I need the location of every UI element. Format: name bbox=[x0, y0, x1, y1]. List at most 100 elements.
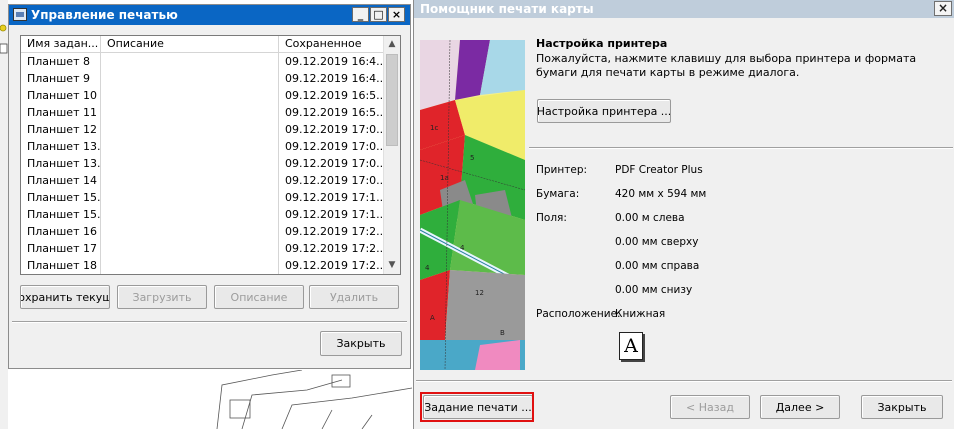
scrollbar-thumb[interactable] bbox=[386, 54, 398, 146]
cell-description bbox=[101, 155, 279, 172]
table-row[interactable]: Планшет 15... 09.12.2019 17:1... bbox=[21, 206, 385, 223]
table-row[interactable]: Планшет 14 09.12.2019 17:0... bbox=[21, 172, 385, 189]
cell-saved: 09.12.2019 17:0... bbox=[285, 174, 385, 187]
table-row[interactable]: Планшет 16 09.12.2019 17:2... bbox=[21, 223, 385, 240]
table-row[interactable]: Планшет 8 09.12.2019 16:4... bbox=[21, 53, 385, 70]
cell-saved: 09.12.2019 16:4... bbox=[285, 55, 385, 68]
save-current-button[interactable]: Сохранить текуще bbox=[20, 285, 110, 309]
wizard-close-button[interactable]: × bbox=[934, 1, 952, 16]
cell-saved: 09.12.2019 16:5... bbox=[285, 106, 385, 119]
divider bbox=[529, 147, 953, 149]
cell-name: Планшет 11 bbox=[21, 104, 101, 121]
background-toolbar-icons bbox=[0, 20, 8, 60]
window-app-icon bbox=[13, 8, 27, 21]
column-header-description[interactable]: Описание bbox=[101, 36, 279, 53]
margins-label: Поля: bbox=[536, 212, 567, 224]
next-button[interactable]: Далее > bbox=[760, 395, 840, 419]
svg-text:B: B bbox=[500, 329, 505, 337]
cell-saved: 09.12.2019 17:2... bbox=[285, 259, 385, 272]
load-button[interactable]: Загрузить bbox=[117, 285, 207, 309]
paper-value: 420 мм x 594 мм bbox=[615, 188, 707, 200]
print-job-highlight-frame bbox=[420, 392, 534, 422]
cell-saved: 09.12.2019 17:0... bbox=[285, 157, 385, 170]
printer-setup-heading: Настройка принтера bbox=[536, 37, 668, 50]
cell-saved: 09.12.2019 17:0... bbox=[285, 123, 385, 136]
delete-button[interactable]: Удалить bbox=[309, 285, 399, 309]
paper-label: Бумага: bbox=[536, 188, 580, 200]
print-jobs-list[interactable]: Имя задан... Описание Сохраненное Планше… bbox=[20, 35, 401, 275]
cell-description bbox=[101, 206, 279, 223]
cell-description bbox=[101, 53, 279, 70]
list-vertical-scrollbar[interactable]: ▲ ▼ bbox=[383, 36, 400, 274]
wizard-close-footer-button[interactable]: Закрыть bbox=[861, 395, 943, 419]
cell-description bbox=[101, 240, 279, 257]
cell-saved: 09.12.2019 16:4... bbox=[285, 72, 385, 85]
pm-close-button[interactable]: Закрыть bbox=[320, 331, 402, 356]
printer-setup-description: Пожалуйста, нажмите клавишу для выбора п… bbox=[536, 52, 917, 79]
scroll-down-arrow-icon[interactable]: ▼ bbox=[384, 257, 400, 274]
close-button[interactable]: × bbox=[388, 7, 405, 22]
cell-description bbox=[101, 257, 279, 274]
table-row[interactable]: Планшет 17 09.12.2019 17:2... bbox=[21, 240, 385, 257]
cell-name: Планшет 9 bbox=[21, 70, 101, 87]
printer-value: PDF Creator Plus bbox=[615, 164, 703, 176]
table-row[interactable]: Планшет 13... 09.12.2019 17:0... bbox=[21, 155, 385, 172]
margin-top-value: 0.00 мм сверху bbox=[615, 236, 699, 248]
background-map-canvas[interactable] bbox=[212, 370, 422, 429]
pm-divider bbox=[12, 321, 407, 323]
print-management-window: Управление печатью _ □ × Имя задан... Оп… bbox=[8, 4, 411, 369]
cell-description bbox=[101, 138, 279, 155]
cell-saved: 09.12.2019 17:2... bbox=[285, 242, 385, 255]
cell-saved: 09.12.2019 17:1... bbox=[285, 208, 385, 221]
svg-text:1a: 1a bbox=[440, 174, 449, 182]
column-header-name[interactable]: Имя задан... bbox=[21, 36, 101, 53]
margin-right-value: 0.00 мм справа bbox=[615, 260, 700, 272]
orientation-value: Книжная bbox=[615, 308, 666, 320]
print-wizard-window: Помощник печати карты × 1c 1a 5 4 12 A B … bbox=[413, 0, 954, 429]
cell-description bbox=[101, 121, 279, 138]
svg-text:4: 4 bbox=[460, 244, 465, 252]
maximize-button[interactable]: □ bbox=[370, 7, 387, 22]
table-row[interactable]: Планшет 13... 09.12.2019 17:0... bbox=[21, 138, 385, 155]
cell-name: Планшет 13... bbox=[21, 155, 101, 172]
background-app-strip bbox=[0, 0, 8, 429]
cell-saved: 09.12.2019 17:2... bbox=[285, 225, 385, 238]
cell-name: Планшет 14 bbox=[21, 172, 101, 189]
column-header-saved[interactable]: Сохраненное bbox=[279, 36, 385, 53]
cell-saved: 09.12.2019 17:0... bbox=[285, 140, 385, 153]
wizard-title: Помощник печати карты bbox=[420, 2, 594, 16]
back-button[interactable]: < Назад bbox=[670, 395, 750, 419]
cell-description bbox=[101, 223, 279, 240]
cell-description bbox=[101, 172, 279, 189]
table-row[interactable]: Планшет 10 09.12.2019 16:5... bbox=[21, 87, 385, 104]
minimize-button[interactable]: _ bbox=[352, 7, 369, 22]
cell-saved: 09.12.2019 16:5... bbox=[285, 89, 385, 102]
svg-text:A: A bbox=[430, 314, 435, 322]
print-management-title: Управление печатью bbox=[31, 8, 178, 22]
cell-name: Планшет 10 bbox=[21, 87, 101, 104]
table-row[interactable]: Планшет 9 09.12.2019 16:4... bbox=[21, 70, 385, 87]
margin-left-value: 0.00 м слева bbox=[615, 212, 685, 224]
cell-description bbox=[101, 189, 279, 206]
list-header: Имя задан... Описание Сохраненное bbox=[21, 36, 385, 53]
printer-setup-button[interactable]: Настройка принтера ... bbox=[537, 99, 671, 123]
portrait-orientation-icon: A bbox=[619, 332, 643, 360]
cell-description bbox=[101, 87, 279, 104]
svg-text:5: 5 bbox=[470, 154, 474, 162]
cell-name: Планшет 16 bbox=[21, 223, 101, 240]
margin-bottom-value: 0.00 мм снизу bbox=[615, 284, 693, 296]
svg-text:1c: 1c bbox=[430, 124, 438, 132]
cell-name: Планшет 15... bbox=[21, 206, 101, 223]
table-row[interactable]: Планшет 15... 09.12.2019 17:1... bbox=[21, 189, 385, 206]
list-rows: Планшет 8 09.12.2019 16:4... Планшет 9 09.… bbox=[21, 53, 385, 274]
cell-name: Планшет 15... bbox=[21, 189, 101, 206]
orientation-label: Расположение: bbox=[536, 308, 621, 320]
cell-name: Планшет 13... bbox=[21, 138, 101, 155]
table-row[interactable]: Планшет 18 09.12.2019 17:2... bbox=[21, 257, 385, 274]
wizard-titlebar[interactable]: Помощник печати карты bbox=[414, 0, 954, 18]
table-row[interactable]: Планшет 11 09.12.2019 16:5... bbox=[21, 104, 385, 121]
print-management-titlebar[interactable]: Управление печатью bbox=[9, 5, 410, 25]
description-button[interactable]: Описание bbox=[214, 285, 304, 309]
table-row[interactable]: Планшет 12 09.12.2019 17:0... bbox=[21, 121, 385, 138]
scroll-up-arrow-icon[interactable]: ▲ bbox=[384, 36, 400, 53]
